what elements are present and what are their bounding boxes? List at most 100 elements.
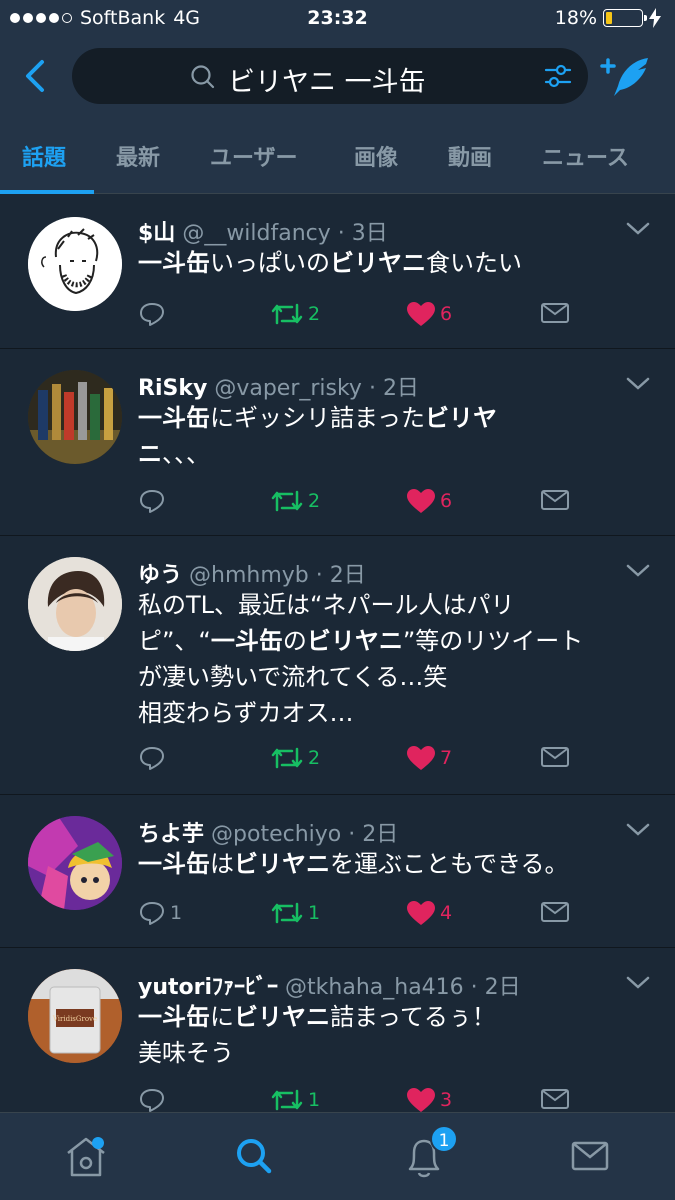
retweet-button[interactable]: 2 [270, 488, 320, 514]
nav-home-button[interactable] [56, 1131, 116, 1181]
nav-messages-button[interactable] [560, 1131, 620, 1181]
retweet-count: 1 [308, 1089, 321, 1111]
filter-settings-icon[interactable] [544, 63, 572, 89]
direct-message-button[interactable] [540, 900, 570, 924]
tab-videos[interactable]: 動画 [448, 140, 492, 172]
tweet-item[interactable]: $山 @__wildfancy · 3日 一斗缶いっぱいのビリヤニ食いたい 2 … [0, 195, 675, 349]
like-count: 3 [440, 1089, 453, 1111]
reply-button[interactable] [138, 301, 170, 327]
like-button[interactable]: 3 [406, 1087, 452, 1113]
envelope-icon [541, 303, 569, 323]
reply-button[interactable] [138, 745, 170, 771]
tweet-text-segment: にギッシリ詰まった [210, 404, 426, 432]
tweet-item[interactable]: ゆう @hmhmyb · 2日 私のTL、最近は“ネパール人はパリ ピ”、“一斗缶… [0, 537, 675, 795]
author-handle[interactable]: @__wildfancy [182, 221, 330, 246]
nav-search-button[interactable] [224, 1131, 284, 1181]
avatar-anime-illustration-image [28, 816, 122, 910]
retweet-icon [271, 1089, 303, 1111]
highlighted-keyword: ビリヤニ [330, 249, 426, 277]
like-button[interactable]: 7 [406, 745, 452, 771]
chevron-down-icon[interactable] [625, 376, 651, 392]
tweet-item[interactable]: ちよ芋 @potechiyo · 2日 一斗缶はビリヤニを運ぶこともできる。 1… [0, 796, 675, 948]
direct-message-button[interactable] [540, 745, 570, 769]
tweet-text: 一斗缶いっぱいのビリヤニ食いたい [138, 245, 638, 281]
retweet-button[interactable]: 2 [270, 301, 320, 327]
charging-bolt-icon [649, 8, 661, 28]
avatar-person-photo-image [28, 557, 122, 651]
envelope-icon [541, 902, 569, 922]
reply-icon [140, 747, 164, 770]
like-count: 4 [440, 902, 453, 924]
home-icon [67, 1137, 105, 1177]
compose-tweet-button[interactable] [598, 52, 654, 102]
avatar[interactable] [28, 370, 122, 464]
chevron-down-icon[interactable] [625, 563, 651, 579]
tweet-header: yutoriﾌｧｰﾋﾞｰ @tkhaha_ha416 · 2日 [138, 969, 521, 1001]
tweet-header: RiSky @vaper_risky · 2日 [138, 370, 419, 402]
author-handle[interactable]: @hmhmyb [189, 563, 309, 588]
tab-latest[interactable]: 最新 [116, 140, 160, 172]
like-button[interactable]: 6 [406, 301, 452, 327]
author-name[interactable]: RiSky [138, 376, 207, 401]
envelope-icon [571, 1141, 609, 1171]
tweet-item[interactable]: RiSky @vaper_risky · 2日 一斗缶にギッシリ詰まったビリヤニ… [0, 350, 675, 536]
author-handle[interactable]: @tkhaha_ha416 [285, 975, 464, 1000]
tweet-text-segment: の [282, 627, 307, 655]
direct-message-button[interactable] [540, 301, 570, 325]
avatar[interactable]: ViridisGrove [28, 969, 122, 1063]
chevron-down-icon[interactable] [625, 975, 651, 991]
compose-feather-icon [600, 58, 648, 96]
retweet-button[interactable]: 1 [270, 1087, 320, 1113]
tab-top[interactable]: 話題 [22, 140, 66, 172]
avatar[interactable] [28, 816, 122, 910]
reply-count: 1 [170, 902, 183, 924]
highlighted-keyword: ビリヤニ [234, 850, 330, 878]
avatar[interactable] [28, 557, 122, 651]
tweet-time: · 2日 [368, 376, 419, 401]
author-name[interactable]: ゆう [138, 563, 182, 588]
tweet-header: $山 @__wildfancy · 3日 [138, 215, 388, 247]
heart-filled-icon [407, 1088, 435, 1112]
retweet-icon [271, 902, 303, 924]
author-name[interactable]: yutoriﾌｧｰﾋﾞｰ [138, 975, 278, 1000]
author-handle[interactable]: @vaper_risky [214, 376, 362, 401]
reply-button[interactable] [138, 1087, 170, 1113]
tweet-text-line: が凄い勢いで流れてくる…笑 [138, 659, 638, 695]
notification-count-badge: 1 [430, 1125, 458, 1153]
avatar-product-jar-image: ViridisGrove [28, 969, 122, 1063]
tweet-text-segment: を運ぶこともできる。 [330, 850, 569, 878]
like-button[interactable]: 6 [406, 488, 452, 514]
author-name[interactable]: ちよ芋 [138, 822, 204, 847]
tweet-actions: 1 1 4 [138, 900, 638, 932]
search-input[interactable]: ビリヤニ 一斗缶 [72, 48, 588, 104]
retweet-count: 2 [308, 490, 321, 512]
heart-filled-icon [407, 489, 435, 513]
tweet-text-line: 相変わらずカオス… [138, 695, 638, 731]
author-name[interactable]: $山 [138, 221, 175, 246]
avatar[interactable] [28, 217, 122, 311]
retweet-button[interactable]: 2 [270, 745, 320, 771]
tab-news[interactable]: ニュース [542, 140, 629, 172]
highlighted-keyword: 一斗缶 [138, 404, 210, 432]
tweet-text-segment: 私のTL、最近は“ネパール人はパリ [138, 591, 515, 619]
chevron-down-icon[interactable] [625, 822, 651, 838]
tweet-text-segment: いっぱいの [210, 249, 330, 277]
avatar-vape-devices-image [28, 370, 122, 464]
highlighted-keyword: 一斗缶 [138, 1003, 210, 1031]
heart-filled-icon [407, 302, 435, 326]
tweet-time: · 2日 [315, 563, 366, 588]
author-handle[interactable]: @potechiyo [211, 822, 341, 847]
direct-message-button[interactable] [540, 1087, 570, 1111]
retweet-button[interactable]: 1 [270, 900, 320, 926]
reply-button[interactable]: 1 [138, 900, 182, 926]
tweet-text-segment: 、、、 [162, 440, 210, 468]
tweet-actions: 2 6 [138, 301, 638, 333]
reply-button[interactable] [138, 488, 170, 514]
chevron-left-icon [26, 60, 44, 92]
tab-users[interactable]: ユーザー [210, 140, 298, 172]
direct-message-button[interactable] [540, 488, 570, 512]
back-button[interactable] [18, 54, 58, 98]
like-button[interactable]: 4 [406, 900, 452, 926]
tab-images[interactable]: 画像 [354, 140, 398, 172]
chevron-down-icon[interactable] [625, 221, 651, 237]
